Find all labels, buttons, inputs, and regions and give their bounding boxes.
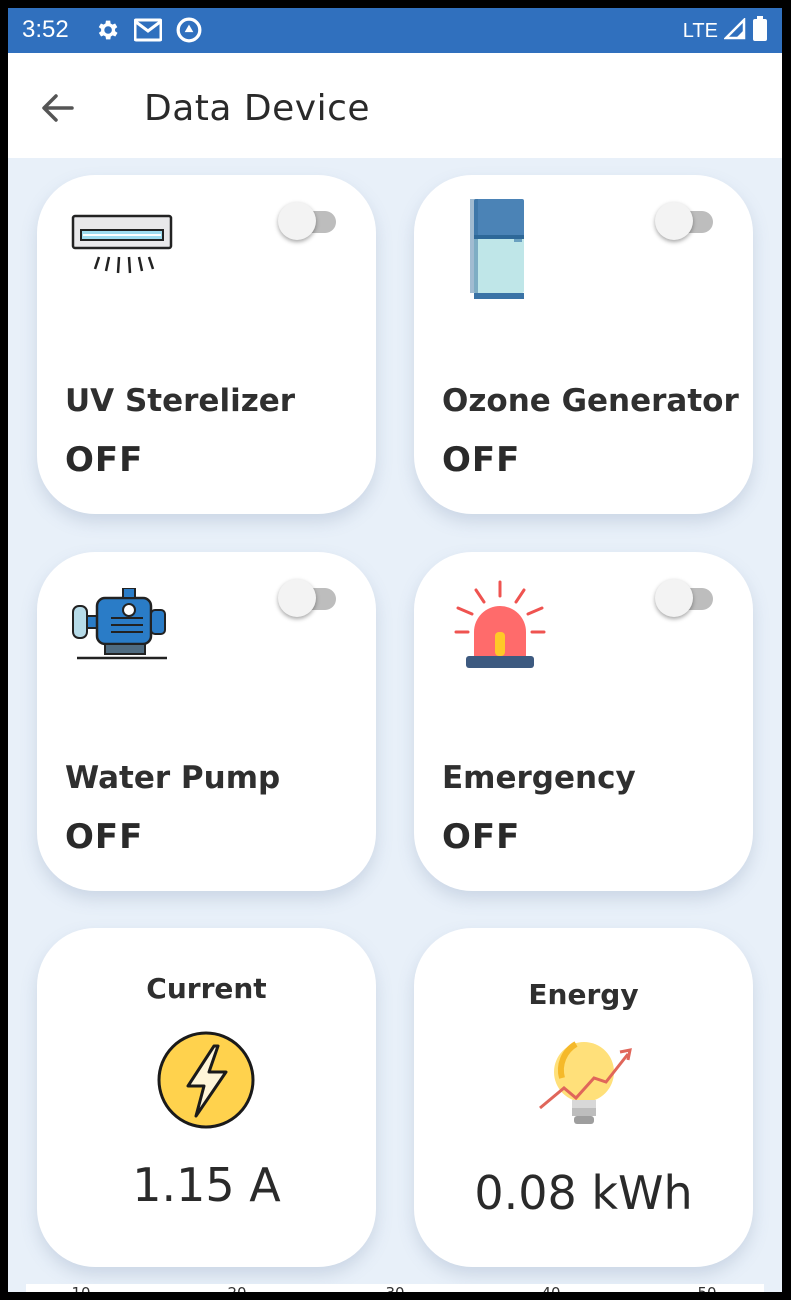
sync-icon: [176, 17, 202, 47]
sensor-card-energy: Energy 0.08 kWh: [414, 928, 753, 1267]
uv-sterilizer-icon: [71, 213, 175, 287]
app-bar: Data Device: [8, 53, 782, 158]
switch-thumb: [278, 202, 316, 240]
axis-tick: 10: [71, 1284, 90, 1292]
device-state: OFF: [65, 440, 144, 480]
device-name: UV Sterelizer: [65, 383, 296, 419]
sensor-title: Energy: [528, 978, 639, 1011]
back-button[interactable]: [36, 86, 80, 130]
axis-tick: 20: [227, 1284, 246, 1292]
device-state: OFF: [442, 817, 521, 857]
device-name: Ozone Generator: [442, 383, 739, 419]
page-title: Data Device: [144, 88, 371, 129]
sensor-title: Current: [146, 972, 267, 1005]
axis-tick: 30: [385, 1284, 404, 1292]
device-name: Water Pump: [65, 760, 281, 796]
status-bar: 3:52 LTE: [8, 8, 782, 53]
arrow-back-icon: [36, 94, 80, 134]
water-pump-switch[interactable]: [278, 576, 338, 617]
axis-tick: 50: [697, 1284, 716, 1292]
sensor-value: 1.15 A: [132, 1158, 281, 1212]
device-state: OFF: [442, 440, 521, 480]
lightning-bolt-icon: [156, 1030, 256, 1134]
emergency-siren-icon: [452, 580, 548, 676]
ozone-generator-switch[interactable]: [655, 199, 715, 240]
gmail-icon: [133, 17, 163, 47]
switch-thumb: [655, 202, 693, 240]
axis-tick: 40: [541, 1284, 560, 1292]
device-card-uv-sterilizer[interactable]: UV Sterelizer OFF: [37, 175, 376, 514]
switch-thumb: [278, 579, 316, 617]
device-card-water-pump[interactable]: Water Pump OFF: [37, 552, 376, 891]
ozone-generator-icon: [470, 197, 530, 305]
signal-icon: [722, 16, 746, 44]
lightbulb-chart-icon: [536, 1034, 636, 1142]
status-right: LTE: [683, 16, 768, 46]
sensor-card-current: Current 1.15 A: [37, 928, 376, 1267]
uv-sterilizer-switch[interactable]: [278, 199, 338, 240]
device-state: OFF: [65, 817, 144, 857]
network-label: LTE: [682, 19, 718, 42]
emergency-switch[interactable]: [655, 576, 715, 617]
status-time: 3:52: [22, 16, 69, 43]
battery-icon: [752, 16, 768, 46]
device-name: Emergency: [442, 760, 636, 796]
gear-icon: [94, 17, 120, 47]
switch-thumb: [655, 579, 693, 617]
water-pump-icon: [71, 587, 171, 666]
status-icons: [94, 17, 202, 47]
device-card-ozone-generator[interactable]: Ozone Generator OFF: [414, 175, 753, 514]
screen: 3:52 LTE Data Device UV Sterelizer OFF O…: [8, 8, 782, 1292]
chart-axis-strip: 10 20 30 40 50: [26, 1284, 764, 1292]
device-card-emergency[interactable]: Emergency OFF: [414, 552, 753, 891]
sensor-value: 0.08 kWh: [474, 1166, 693, 1220]
